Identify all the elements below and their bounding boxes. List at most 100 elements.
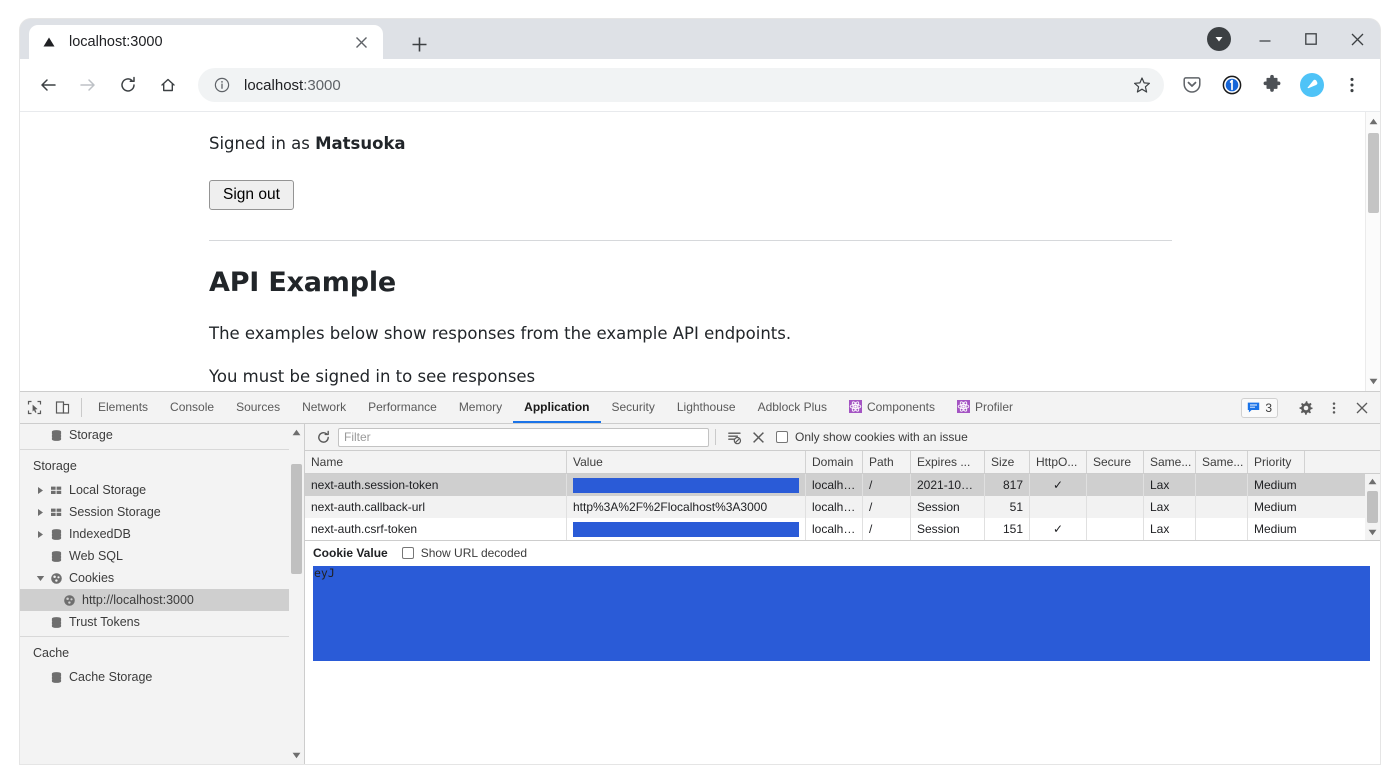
issue-filter-label: Only show cookies with an issue	[795, 430, 968, 444]
column-header-value[interactable]: Value	[567, 451, 806, 473]
address-bar[interactable]: localhost:3000	[198, 68, 1164, 102]
table-scrollbar[interactable]	[1365, 474, 1380, 540]
sidebar-item-web-sql[interactable]: Web SQL	[20, 545, 304, 567]
minimize-icon[interactable]	[1242, 19, 1288, 59]
scroll-down-icon[interactable]	[289, 748, 304, 763]
device-toolbar-icon[interactable]	[48, 392, 76, 423]
site-info-icon[interactable]	[212, 75, 232, 95]
sidebar-item-local-storage[interactable]: Local Storage	[20, 479, 304, 501]
column-header-sameparty[interactable]: Same...	[1196, 451, 1248, 473]
column-header-domain[interactable]: Domain	[806, 451, 863, 473]
cell-path: /	[863, 496, 911, 518]
devtools-tab-sources[interactable]: Sources	[225, 392, 291, 423]
tab-label: Adblock Plus	[757, 399, 827, 414]
table-row[interactable]: next-auth.csrf-token localh… / Session 1…	[305, 518, 1380, 540]
table-row[interactable]: next-auth.session-token localh… / 2021-1…	[305, 474, 1380, 496]
star-icon[interactable]	[1128, 71, 1156, 99]
column-header-name[interactable]: Name	[305, 451, 567, 473]
column-header-httponly[interactable]: HttpO...	[1030, 451, 1087, 473]
column-header-samesite[interactable]: Same...	[1144, 451, 1196, 473]
cookie-value-body[interactable]: eyJ	[305, 564, 1380, 764]
scroll-up-icon[interactable]	[1365, 474, 1380, 489]
devtools-tab-memory[interactable]: Memory	[448, 392, 513, 423]
extensions-puzzle-icon[interactable]	[1255, 68, 1289, 102]
sidebar-scrollbar[interactable]	[289, 424, 304, 764]
new-tab-button[interactable]	[405, 30, 433, 58]
devtools-tab-console[interactable]: Console	[159, 392, 225, 423]
sidebar-item-trust-tokens[interactable]: Trust Tokens	[20, 611, 304, 633]
devtools-tab-application[interactable]: Application	[513, 392, 601, 423]
column-header-path[interactable]: Path	[863, 451, 911, 473]
browser-tab[interactable]: localhost:3000	[29, 25, 383, 59]
devtools-more-icon[interactable]	[1320, 401, 1348, 415]
inspect-element-icon[interactable]	[20, 392, 48, 423]
scroll-up-icon[interactable]	[289, 425, 304, 440]
home-icon[interactable]	[150, 67, 186, 103]
sidebar-item-session-storage[interactable]: Session Storage	[20, 501, 304, 523]
devtools-tab-profiler[interactable]: Profiler	[946, 392, 1024, 423]
chevron-right-icon[interactable]	[33, 486, 47, 495]
cookie-value-header: Cookie Value Show URL decoded	[305, 540, 1380, 564]
window-close-icon[interactable]	[1334, 19, 1380, 59]
devtools-tab-network[interactable]: Network	[291, 392, 357, 423]
cell-domain: localh…	[806, 474, 863, 496]
delete-cookie-icon[interactable]	[746, 426, 770, 448]
scroll-down-icon[interactable]	[1366, 374, 1380, 389]
table-icon	[47, 506, 65, 519]
sign-out-button[interactable]: Sign out	[209, 180, 294, 210]
chevron-down-icon[interactable]	[33, 575, 47, 582]
page-scrollbar[interactable]	[1365, 112, 1380, 391]
sidebar-item-localhost-cookies[interactable]: http://localhost:3000	[20, 589, 304, 611]
refresh-icon[interactable]	[311, 426, 335, 448]
settings-gear-icon[interactable]	[1292, 400, 1320, 416]
column-header-priority[interactable]: Priority	[1248, 451, 1305, 473]
filter-input[interactable]: Filter	[338, 427, 709, 447]
sidebar-item-indexeddb[interactable]: IndexedDB	[20, 523, 304, 545]
sidebar-scroll-thumb[interactable]	[291, 464, 302, 574]
sidebar-item-cache-storage[interactable]: Cache Storage	[20, 666, 304, 688]
devtools-tab-lighthouse[interactable]: Lighthouse	[666, 392, 747, 423]
column-header-secure[interactable]: Secure	[1087, 451, 1144, 473]
sidebar-item-label: http://localhost:3000	[82, 593, 194, 607]
devtools-tab-security[interactable]: Security	[601, 392, 666, 423]
message-count-badge[interactable]: 3	[1241, 397, 1278, 418]
devtools-tabbar: Elements Console Sources Network Perform…	[20, 392, 1380, 424]
sidebar-item-label: Storage	[69, 428, 113, 442]
column-header-expires[interactable]: Expires ...	[911, 451, 985, 473]
scroll-up-icon[interactable]	[1366, 114, 1380, 129]
sidebar-divider	[20, 636, 304, 637]
tab-label: Elements	[98, 399, 149, 414]
checkbox-box[interactable]	[401, 546, 414, 559]
chevron-right-icon[interactable]	[33, 508, 47, 517]
sidebar-item-cookies[interactable]: Cookies	[20, 567, 304, 589]
profile-avatar-icon[interactable]	[1295, 68, 1329, 102]
table-row[interactable]: next-auth.callback-url http%3A%2F%2Floca…	[305, 496, 1380, 518]
close-icon[interactable]	[351, 32, 371, 52]
issue-filter-checkbox[interactable]: Only show cookies with an issue	[776, 430, 968, 444]
show-url-decoded-checkbox[interactable]: Show URL decoded	[401, 546, 527, 560]
table-icon	[47, 484, 65, 497]
scroll-down-icon[interactable]	[1365, 525, 1380, 540]
back-arrow-icon[interactable]	[30, 67, 66, 103]
profile-avatar-icon[interactable]	[1196, 19, 1242, 59]
devtools-tab-components[interactable]: Components	[838, 392, 946, 423]
chrome-menu-icon[interactable]	[1335, 68, 1369, 102]
sidebar-item-storage-top[interactable]: Storage	[20, 424, 304, 446]
chevron-right-icon[interactable]	[33, 530, 47, 539]
devtools-tab-performance[interactable]: Performance	[357, 392, 448, 423]
devtools-close-icon[interactable]	[1348, 401, 1376, 415]
table-scroll-thumb[interactable]	[1367, 491, 1378, 523]
reload-icon[interactable]	[110, 67, 146, 103]
cell-value	[567, 474, 806, 496]
devtools-tab-elements[interactable]: Elements	[87, 392, 159, 423]
devtools-tab-adblock-plus[interactable]: Adblock Plus	[747, 392, 838, 423]
onepassword-icon[interactable]	[1215, 68, 1249, 102]
maximize-icon[interactable]	[1288, 19, 1334, 59]
checkbox-box[interactable]	[776, 431, 788, 443]
column-header-size[interactable]: Size	[985, 451, 1030, 473]
page-scroll-thumb[interactable]	[1368, 133, 1379, 213]
clear-filtered-cookies-icon[interactable]	[722, 426, 746, 448]
redacted-value-block	[313, 566, 1370, 661]
database-icon	[47, 550, 65, 563]
pocket-icon[interactable]	[1175, 68, 1209, 102]
